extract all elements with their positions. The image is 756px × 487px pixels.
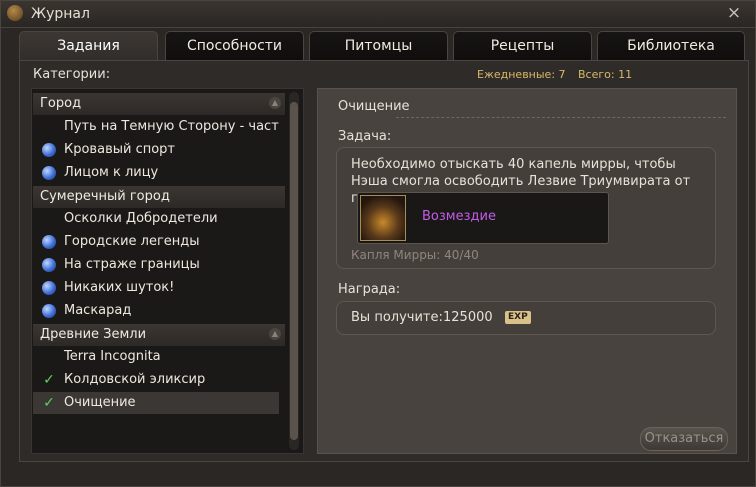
total-counter: Всего: 11 (578, 68, 633, 81)
list-item-label: Очищение (64, 395, 136, 410)
list-item[interactable]: На страже границы (33, 254, 279, 276)
swirl-icon (42, 304, 56, 318)
swirl-icon (42, 235, 56, 249)
list-item-label: Колдовской эликсир (64, 372, 206, 387)
quest-detail-panel: Очищение Задача: Необходимо отыскать 40 … (317, 88, 737, 454)
list-item-label: Городские легенды (64, 234, 200, 249)
exp-icon: EXP (505, 311, 531, 324)
window-title: Журнал (31, 6, 90, 22)
quest-item-slot[interactable]: Возмездие (357, 192, 609, 244)
journal-icon (7, 5, 23, 21)
collapse-icon[interactable]: ▲ (269, 97, 281, 109)
group-header-twilight-city[interactable]: Сумеречный город (33, 186, 285, 208)
list-item[interactable]: Terra Incognita (33, 346, 279, 368)
list-item-label: Лицом к лицу (64, 165, 159, 180)
check-icon: ✓ (43, 395, 55, 411)
swirl-icon (42, 258, 56, 272)
list-item[interactable]: Путь на Темную Сторону - часть | (33, 116, 279, 138)
list-item[interactable]: Осколки Добродетели (33, 208, 279, 230)
item-icon[interactable] (360, 195, 406, 241)
quest-title: Очищение (338, 99, 410, 114)
list-item[interactable]: Кровавый спорт (33, 139, 279, 161)
list-item[interactable]: ✓ Колдовской эликсир (33, 369, 279, 391)
tab-recipes[interactable]: Рецепты (453, 31, 592, 60)
tab-quests[interactable]: Задания (19, 31, 158, 62)
tab-library[interactable]: Библиотека (597, 31, 745, 60)
item-name: Возмездие (422, 209, 496, 224)
tab-pets[interactable]: Питомцы (309, 31, 448, 60)
list-item-label: На страже границы (64, 257, 200, 272)
reward-prefix: Вы получите: (351, 310, 443, 325)
categories-label: Категории: (33, 67, 111, 82)
refuse-button[interactable]: Отказаться (640, 427, 728, 451)
task-box: Необходимо отыскать 40 капель мирры, что… (336, 147, 716, 269)
scroll-thumb[interactable] (290, 102, 298, 440)
title-bar[interactable]: Журнал × (1, 1, 755, 28)
collapse-icon[interactable]: ▲ (269, 328, 281, 340)
group-header-city[interactable]: Город ▲ (33, 93, 285, 115)
quest-progress: Капля Мирры: 40/40 (351, 248, 479, 262)
task-label: Задача: (338, 129, 392, 144)
reward-label: Награда: (338, 282, 401, 297)
list-item-label: Путь на Темную Сторону - часть | (64, 119, 279, 134)
list-item[interactable]: Никаких шуток! (33, 277, 279, 299)
list-item-label: Никаких шуток! (64, 280, 175, 295)
close-icon[interactable]: × (725, 3, 743, 23)
group-title: Древние Земли (40, 327, 147, 342)
group-title: Сумеречный город (40, 189, 170, 204)
list-item-label: Маскарад (64, 303, 132, 318)
list-item-label: Кровавый спорт (64, 142, 175, 157)
list-item-selected[interactable]: ✓ Очищение (33, 392, 279, 414)
tab-abilities[interactable]: Способности (165, 31, 304, 60)
swirl-icon (42, 143, 56, 157)
quest-list: Город ▲ Путь на Темную Сторону - часть |… (31, 88, 304, 454)
list-item[interactable]: Маскарад (33, 300, 279, 322)
journal-window: Журнал × Задания Способности Питомцы Рец… (0, 0, 756, 487)
group-header-ancient-lands[interactable]: Древние Земли ▲ (33, 324, 285, 346)
tab-bar: Задания Способности Питомцы Рецепты Библ… (19, 31, 749, 62)
check-icon: ✓ (43, 372, 55, 388)
list-item[interactable]: Городские легенды (33, 231, 279, 253)
reward-value: 125000 (443, 310, 493, 325)
swirl-icon (42, 166, 56, 180)
reward-box: Вы получите: 125000 EXP (336, 301, 716, 335)
divider (396, 117, 726, 118)
group-title: Город (40, 96, 82, 111)
list-item-label: Terra Incognita (64, 349, 161, 364)
list-item[interactable]: Лицом к лицу (33, 162, 279, 184)
scrollbar[interactable] (289, 92, 299, 450)
list-item-label: Осколки Добродетели (64, 211, 218, 226)
daily-counter: Ежедневные: 7 (477, 68, 566, 81)
swirl-icon (42, 281, 56, 295)
